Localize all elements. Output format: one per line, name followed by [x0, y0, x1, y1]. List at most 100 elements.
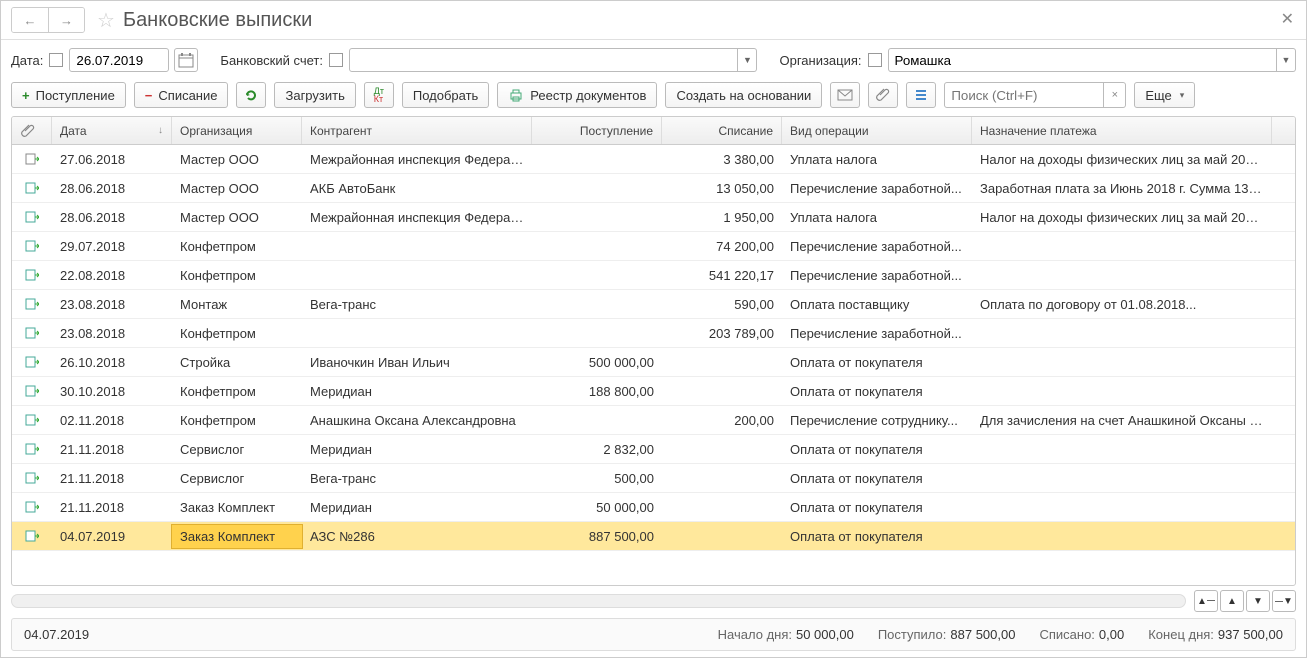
col-purpose[interactable]: Назначение платежа — [972, 117, 1272, 144]
table-row[interactable]: 22.08.2018Конфетпром541 220,17Перечислен… — [12, 261, 1295, 290]
col-counterparty[interactable]: Контрагент — [302, 117, 532, 144]
cell-outcome — [662, 358, 782, 366]
table-row[interactable]: 26.10.2018СтройкаИваночкин Иван Ильич500… — [12, 348, 1295, 377]
cell-purpose: Налог на доходы физических лиц за май 20… — [972, 148, 1272, 171]
outcome-button[interactable]: −Списание — [134, 82, 229, 108]
cell-org: Конфетпром — [172, 322, 302, 345]
cell-org: Конфетпром — [172, 380, 302, 403]
table-row[interactable]: 21.11.2018Заказ КомплектМеридиан50 000,0… — [12, 493, 1295, 522]
paperclip-icon — [20, 123, 36, 139]
cell-outcome: 541 220,17 — [662, 264, 782, 287]
col-outcome[interactable]: Списание — [662, 117, 782, 144]
table-row[interactable]: 23.08.2018Конфетпром203 789,00Перечислен… — [12, 319, 1295, 348]
scroll-bottom-button[interactable]: ▼ — [1272, 590, 1296, 612]
search-clear-button[interactable]: × — [1104, 82, 1126, 108]
col-op-type[interactable]: Вид операции — [782, 117, 972, 144]
row-status-icon — [12, 410, 52, 430]
row-status-icon — [12, 352, 52, 372]
bank-account-dropdown[interactable]: ▼ — [738, 48, 757, 72]
cell-outcome — [662, 532, 782, 540]
cell-date: 02.11.2018 — [52, 409, 172, 432]
cell-org: Сервислог — [172, 438, 302, 461]
outcome-label: Списано: — [1039, 627, 1094, 642]
pick-button[interactable]: Подобрать — [402, 82, 489, 108]
table-row[interactable]: 02.11.2018КонфетпромАнашкина Оксана Алек… — [12, 406, 1295, 435]
table-header: Дата↓ Организация Контрагент Поступление… — [12, 117, 1295, 145]
table-row[interactable]: 04.07.2019Заказ КомплектАЗС №286887 500,… — [12, 522, 1295, 551]
income-button[interactable]: +Поступление — [11, 82, 126, 108]
scroll-up-button[interactable]: ▲ — [1220, 590, 1244, 612]
cell-op-type: Перечисление заработной... — [782, 322, 972, 345]
cell-purpose — [972, 532, 1272, 540]
col-date[interactable]: Дата↓ — [52, 117, 172, 144]
cell-counterparty — [302, 242, 532, 250]
favorite-star-icon[interactable]: ☆ — [97, 8, 115, 33]
list-view-button[interactable] — [906, 82, 936, 108]
table-row[interactable]: 29.07.2018Конфетпром74 200,00Перечислени… — [12, 232, 1295, 261]
cell-org: Сервислог — [172, 467, 302, 490]
close-button[interactable]: ✕ — [1281, 9, 1294, 29]
cell-purpose — [972, 503, 1272, 511]
cell-counterparty: АЗС №286 — [302, 525, 532, 548]
cell-outcome — [662, 445, 782, 453]
cell-purpose: Для зачисления на счет Анашкиной Оксаны … — [972, 409, 1272, 432]
bank-account-input[interactable] — [349, 48, 738, 72]
table-row[interactable]: 28.06.2018Мастер ОООМежрайонная инспекци… — [12, 203, 1295, 232]
scroll-top-button[interactable]: ▲ — [1194, 590, 1218, 612]
cell-counterparty: Иваночкин Иван Ильич — [302, 351, 532, 374]
table-row[interactable]: 27.06.2018Мастер ОООМежрайонная инспекци… — [12, 145, 1295, 174]
table-row[interactable]: 23.08.2018МонтажВега-транс590,00Оплата п… — [12, 290, 1295, 319]
horizontal-scrollbar[interactable] — [11, 594, 1186, 608]
nav-forward-button[interactable]: → — [48, 8, 84, 32]
minus-icon: − — [145, 88, 153, 103]
registry-button[interactable]: Реестр документов — [497, 82, 657, 108]
cell-outcome: 1 950,00 — [662, 206, 782, 229]
organization-input[interactable] — [888, 48, 1277, 72]
dtkt-button[interactable]: ДтКт — [364, 82, 394, 108]
date-input[interactable] — [69, 48, 169, 72]
cell-op-type: Оплата от покупателя — [782, 438, 972, 461]
cell-purpose — [972, 358, 1272, 366]
col-org[interactable]: Организация — [172, 117, 302, 144]
table-row[interactable]: 21.11.2018СервислогМеридиан2 832,00Оплат… — [12, 435, 1295, 464]
cell-outcome — [662, 503, 782, 511]
cell-purpose — [972, 329, 1272, 337]
table-row[interactable]: 30.10.2018КонфетпромМеридиан188 800,00Оп… — [12, 377, 1295, 406]
row-status-icon — [12, 236, 52, 256]
cell-op-type: Уплата налога — [782, 206, 972, 229]
more-button[interactable]: Еще▾ — [1134, 82, 1195, 108]
cell-counterparty — [302, 329, 532, 337]
cell-income — [532, 416, 662, 424]
organization-checkbox[interactable] — [868, 53, 882, 67]
envelope-button[interactable] — [830, 82, 860, 108]
date-picker-button[interactable] — [174, 48, 198, 72]
cell-outcome — [662, 474, 782, 482]
cell-op-type: Оплата от покупателя — [782, 467, 972, 490]
organization-dropdown[interactable]: ▼ — [1277, 48, 1296, 72]
bank-account-checkbox[interactable] — [329, 53, 343, 67]
col-attachment[interactable] — [12, 117, 52, 144]
income-value: 887 500,00 — [950, 627, 1015, 642]
search-input[interactable] — [944, 82, 1104, 108]
cell-counterparty: Межрайонная инспекция Федеральной... — [302, 148, 532, 171]
refresh-button[interactable] — [236, 82, 266, 108]
load-button[interactable]: Загрузить — [274, 82, 355, 108]
col-income[interactable]: Поступление — [532, 117, 662, 144]
cell-income — [532, 155, 662, 163]
printer-icon — [508, 87, 524, 103]
date-filter-checkbox[interactable] — [49, 53, 63, 67]
scroll-down-button[interactable]: ▼ — [1246, 590, 1270, 612]
cell-income — [532, 213, 662, 221]
cell-date: 23.08.2018 — [52, 322, 172, 345]
cell-counterparty: Вега-транс — [302, 293, 532, 316]
cell-date: 28.06.2018 — [52, 177, 172, 200]
nav-back-button[interactable]: ← — [12, 8, 48, 32]
table-row[interactable]: 21.11.2018СервислогВега-транс500,00Оплат… — [12, 464, 1295, 493]
cell-date: 29.07.2018 — [52, 235, 172, 258]
cell-op-type: Уплата налога — [782, 148, 972, 171]
attachment-button[interactable] — [868, 82, 898, 108]
create-based-button[interactable]: Создать на основании — [665, 82, 822, 108]
cell-op-type: Оплата от покупателя — [782, 380, 972, 403]
organization-label: Организация: — [779, 53, 861, 68]
table-row[interactable]: 28.06.2018Мастер ОООАКБ АвтоБанк13 050,0… — [12, 174, 1295, 203]
